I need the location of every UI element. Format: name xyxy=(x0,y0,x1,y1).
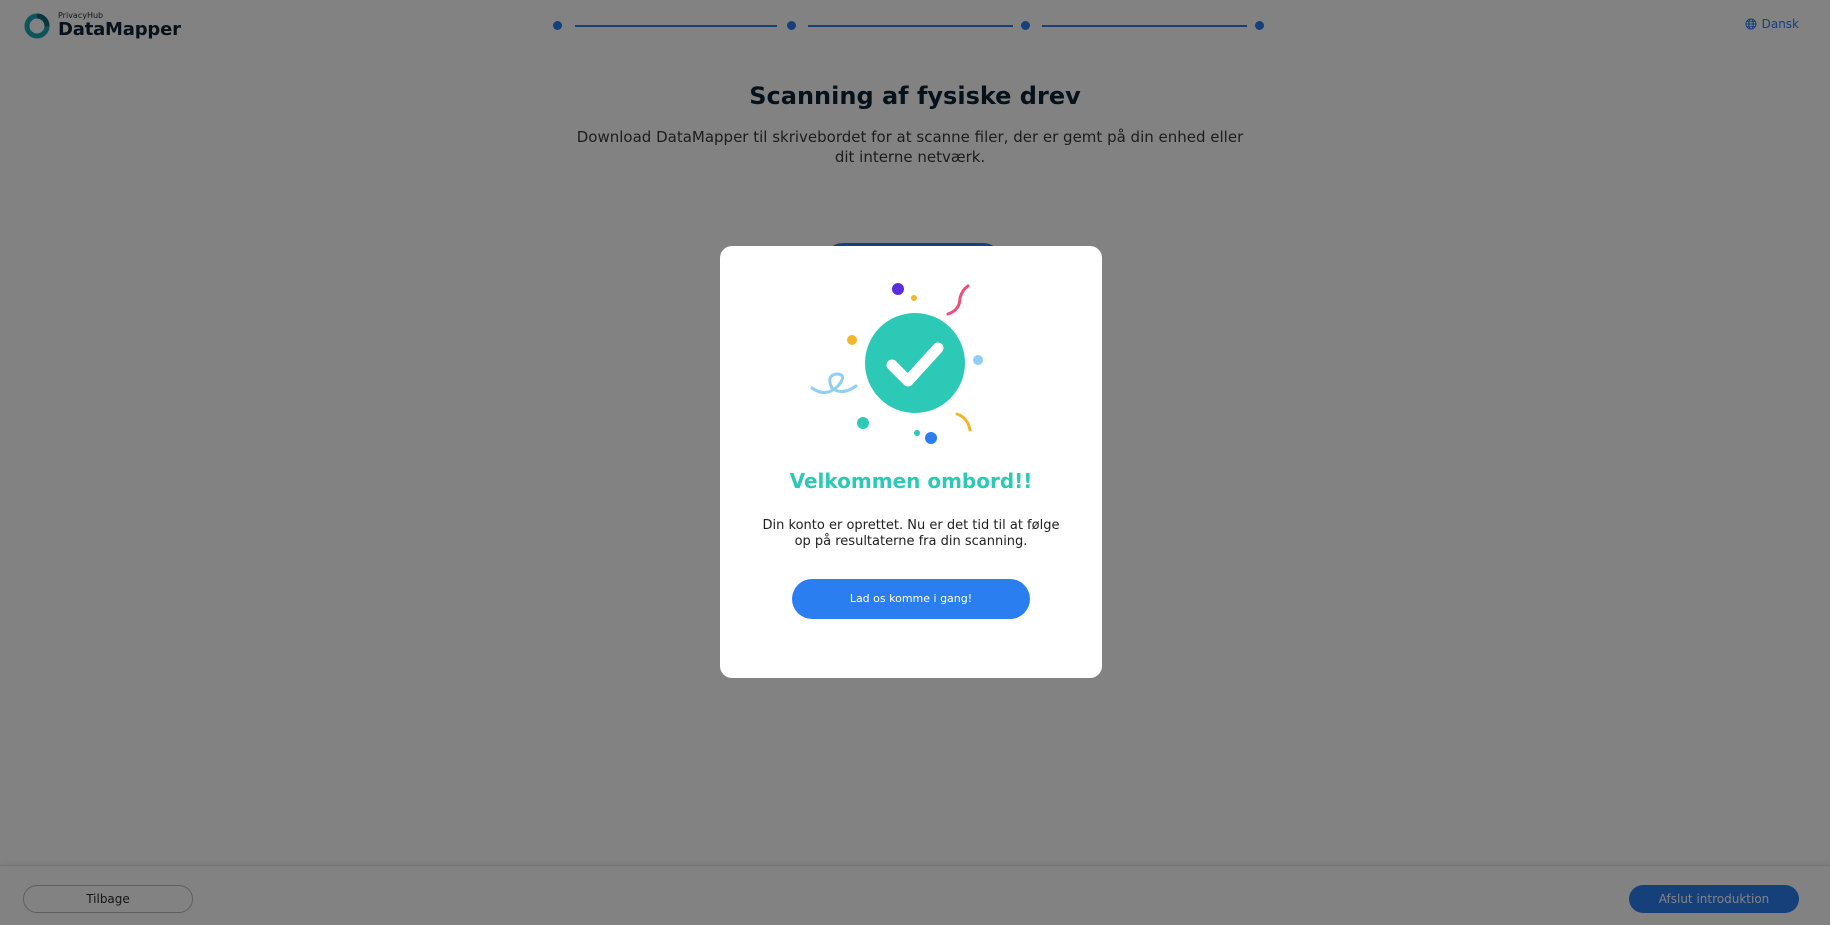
page: PrivacyHub DataMapper Dansk Scanning af … xyxy=(0,0,1830,925)
get-started-button[interactable]: Lad os komme i gang! xyxy=(792,579,1030,619)
checkmark-celebration-icon xyxy=(810,283,983,444)
modal-title: Velkommen ombord!! xyxy=(789,469,1033,493)
welcome-modal: Velkommen ombord!! Din konto er oprettet… xyxy=(720,246,1102,678)
modal-text: Din konto er oprettet. Nu er det tid til… xyxy=(762,518,1060,549)
